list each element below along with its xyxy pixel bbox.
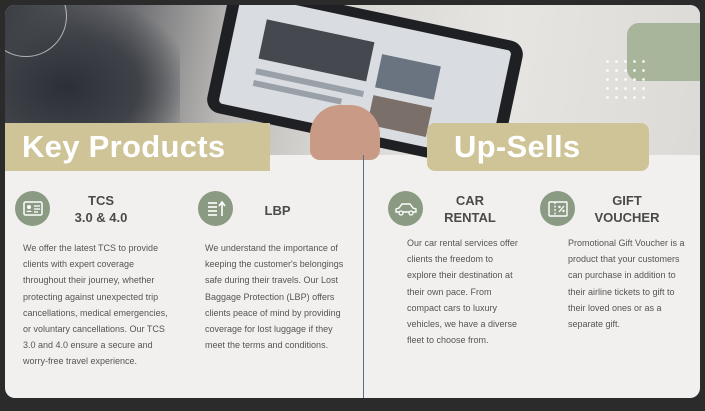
slide: Key Products Up-Sells TCS 3.0 & 4.0 We o… — [5, 5, 700, 398]
lbp-description: We understand the importance of keeping … — [205, 243, 344, 351]
up-sells-banner: Up-Sells — [427, 123, 649, 171]
car-rental-description: Our car rental services offer clients th… — [407, 238, 518, 346]
gift-voucher-description: Promotional Gift Voucher is a product th… — [568, 238, 685, 330]
key-products-banner: Key Products — [5, 123, 270, 171]
tcs-description: We offer the latest TCS to provide clien… — [23, 243, 168, 367]
key-products-title: Key Products — [22, 129, 226, 164]
decorative-dots — [603, 57, 648, 102]
car-icon — [388, 191, 423, 226]
car-rental-title: CAR RENTAL — [444, 193, 496, 225]
luggage-list-icon — [198, 191, 233, 226]
gift-voucher-icon — [540, 191, 575, 226]
hand — [310, 105, 380, 160]
lbp-title: LBP — [264, 203, 291, 218]
gift-voucher-title: GIFT VOUCHER — [594, 193, 660, 225]
section-divider — [363, 155, 364, 398]
tcs-title: TCS 3.0 & 4.0 — [74, 193, 128, 225]
up-sells-title: Up-Sells — [454, 129, 581, 164]
id-card-icon — [15, 191, 50, 226]
